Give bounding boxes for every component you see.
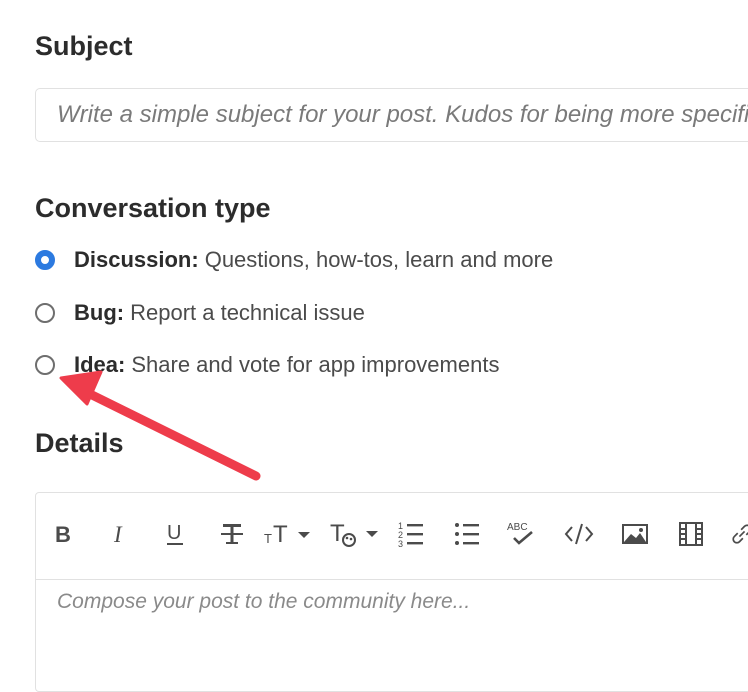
svg-text:I: I (113, 522, 123, 546)
svg-text:3: 3 (398, 539, 403, 548)
text-color-icon[interactable]: T (330, 517, 380, 551)
svg-text:ABC: ABC (507, 522, 528, 533)
strikethrough-icon[interactable] (218, 517, 246, 551)
discussion-description: Questions, how-tos, learn and more (204, 247, 554, 272)
idea-label: Idea: (74, 352, 126, 377)
rich-text-editor: B I U TT T 123 ABC (35, 492, 748, 692)
idea-description: Share and vote for app improvements (131, 352, 500, 377)
italic-icon[interactable]: I (106, 517, 132, 551)
discussion-radio-button[interactable] (35, 250, 55, 270)
font-size-icon[interactable]: TT (264, 517, 314, 551)
discussion-label: Discussion: (74, 247, 199, 272)
underline-icon[interactable]: U (162, 517, 188, 551)
conversation-type-heading: Conversation type (35, 193, 271, 223)
video-icon[interactable] (676, 517, 706, 551)
subject-field[interactable] (35, 88, 748, 142)
subject-input[interactable] (36, 89, 748, 141)
compose-area[interactable] (36, 580, 748, 690)
bug-description: Report a technical issue (130, 300, 365, 325)
numbered-list-icon[interactable]: 123 (396, 517, 426, 551)
image-icon[interactable] (620, 517, 650, 551)
bold-icon[interactable]: B (50, 517, 76, 551)
editor-toolbar: B I U TT T 123 ABC (36, 493, 748, 580)
bug-radio-button[interactable] (35, 303, 55, 323)
svg-text:U: U (167, 522, 181, 544)
link-icon[interactable] (730, 517, 748, 551)
svg-text:T: T (273, 521, 288, 547)
compose-textarea[interactable] (36, 580, 748, 690)
subject-heading: Subject (35, 31, 133, 61)
bug-label: Bug: (74, 300, 125, 325)
radio-option-discussion[interactable]: Discussion: Questions, how-tos, learn an… (35, 246, 553, 274)
svg-text:B: B (55, 522, 71, 546)
code-icon[interactable] (562, 517, 596, 551)
radio-option-idea[interactable]: Idea: Share and vote for app improvement… (35, 351, 499, 379)
svg-text:T: T (264, 531, 272, 546)
spell-check-icon[interactable]: ABC (506, 517, 536, 551)
bulleted-list-icon[interactable] (452, 517, 482, 551)
details-heading: Details (35, 428, 124, 458)
radio-option-bug[interactable]: Bug: Report a technical issue (35, 299, 365, 327)
idea-radio-button[interactable] (35, 355, 55, 375)
